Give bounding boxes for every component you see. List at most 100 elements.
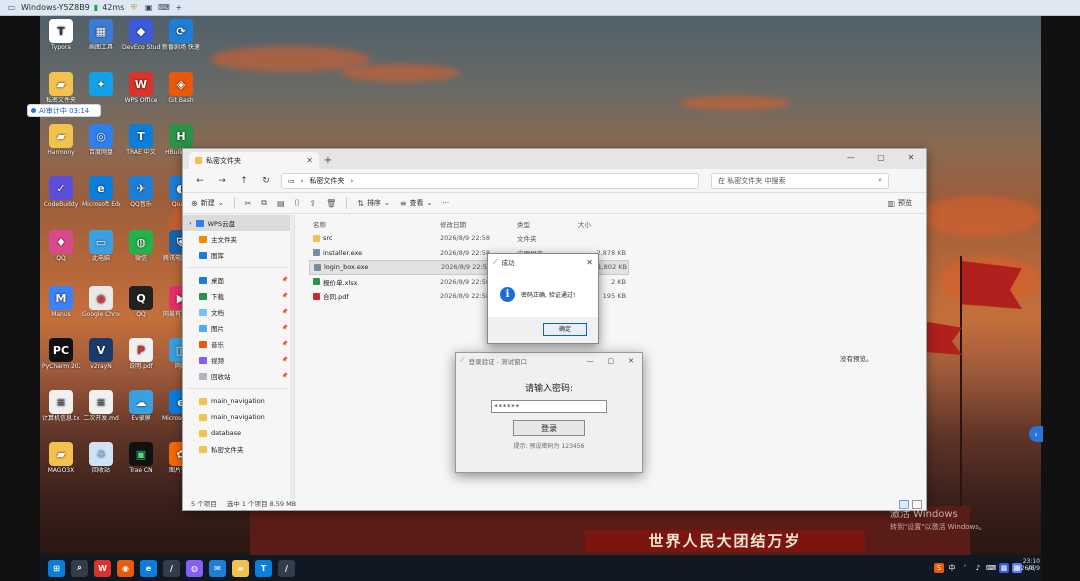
desktop-icon[interactable]: T Typora [42,19,80,51]
column-size[interactable]: 大小 [578,219,626,229]
taskbar-app-icon[interactable]: ▰ [232,559,249,577]
desktop-icon[interactable]: ♦ QQ [42,230,80,262]
close-button[interactable]: ✕ [896,149,926,165]
desktop-icon[interactable]: M Manus [42,286,80,318]
desktop-icon[interactable]: PCPyCharm 2024 [42,338,80,370]
more-button[interactable]: ··· [442,199,449,207]
nav-item[interactable]: 图片 📌 [183,320,294,336]
breadcrumb-current[interactable]: 私密文件夹 [309,176,344,186]
maximize-button[interactable]: ▢ [866,149,896,165]
taskbar-app-icon[interactable]: T [255,559,272,577]
desktop-icon[interactable]: ≡ 计算机信息.txt [42,390,80,422]
back-arrow-icon[interactable]: ← [193,176,207,186]
nav-item[interactable]: main_navigation [183,409,294,425]
taskbar-clock[interactable]: 23:10 2026/8/9 [1000,558,1040,572]
desktop-icon[interactable]: ✈ QQ音乐 [122,176,160,208]
nav-item[interactable]: 私密文件夹 [183,441,294,457]
taskbar-app-icon[interactable]: ◉ [117,559,134,577]
desktop-icon[interactable]: Vv2rayN [82,338,120,370]
keyboard-icon[interactable]: ⌨ [158,3,170,13]
taskbar-app-icon[interactable]: ⌕ [71,559,88,577]
forward-arrow-icon[interactable]: → [215,176,229,186]
desktop-icon[interactable]: W WPS Office [122,72,160,104]
desktop-icon[interactable]: eMicrosoft Edge [82,176,120,208]
column-name[interactable]: 名称 [309,219,440,229]
shield-icon[interactable]: ⛨ [128,3,139,13]
view-button[interactable]: ≡ 查看 ⌄ [400,198,433,208]
taskbar-app-icon[interactable]: ⊞ [48,559,65,577]
desktop-icon[interactable]: ◎ 百度网盘 [82,124,120,156]
column-date[interactable]: 修改日期 [440,219,517,229]
address-input[interactable]: ▭ › 私密文件夹 › [281,172,699,189]
desktop-icon[interactable]: ⟳新番剧场 快速搜索 [162,19,200,51]
close-button[interactable]: ✕ [628,357,634,365]
search-input[interactable]: 在 私密文件夹 中搜索 ⌕ [711,172,889,189]
desktop-icon[interactable]: Q QQ [122,286,160,318]
taskbar-app-icon[interactable]: W [94,559,111,577]
desktop-icon[interactable]: ▰ MAGO3X [42,442,80,474]
desktop-icon[interactable]: ✓ CodeBuddy [42,176,80,208]
explorer-tab[interactable]: 私密文件夹 ✕ [189,152,319,169]
desktop-icon[interactable]: ◆DevEco Studio [122,19,160,51]
desktop-icon[interactable]: ▦ 画图工具 [82,19,120,51]
punctuation-icon[interactable]: ʼ [960,563,970,573]
nav-item[interactable]: 文档 📌 [183,304,294,320]
login-button[interactable]: 登录 [513,420,585,436]
new-tab-button[interactable]: + [319,152,337,169]
desktop-icon[interactable]: P 说明.pdf [122,338,160,370]
desktop-icon[interactable]: ♲ 回收站 [82,442,120,474]
paste-icon[interactable]: ▤ [277,199,285,208]
keyboard-icon[interactable]: ⌨ [986,563,996,573]
side-panel-toggle-icon[interactable]: ‹ [1029,426,1043,442]
sort-button[interactable]: ⇅ 排序 ⌄ [357,198,390,208]
minimize-button[interactable]: — [836,149,866,165]
nav-item[interactable]: main_navigation [183,393,294,409]
nav-item[interactable]: 视频 📌 [183,352,294,368]
pin-icon[interactable]: 📌 [282,309,288,315]
desktop-icon[interactable]: T TRAE 中文 [122,124,160,156]
ok-button[interactable]: 确定 [543,323,587,336]
desktop-icon[interactable]: ◍ 微信 [122,230,160,262]
rename-icon[interactable]: ⌷ [295,198,300,208]
pin-icon[interactable]: 📌 [282,341,288,347]
desktop-icon[interactable]: ☁ Ev录屏 [122,390,160,422]
taskbar-app-icon[interactable]: e [140,559,157,577]
chevron-right-icon[interactable]: › [189,219,192,227]
cut-icon[interactable]: ✂ [245,199,252,208]
new-button[interactable]: ⊕ 新建 ⌄ [191,198,224,208]
column-type[interactable]: 类型 [517,219,578,229]
up-arrow-icon[interactable]: ↑ [237,176,251,186]
desktop-icon[interactable]: ◉Google Chrome [82,286,120,318]
desktop-icon[interactable]: ▣ Trae CN [122,442,160,474]
display-icon[interactable]: ▣ [143,3,154,13]
sogou-input-icon[interactable]: S [934,563,944,573]
preview-button[interactable]: ▥ 预览 [887,198,912,208]
taskbar-app-icon[interactable]: ∕ [163,559,180,577]
maximize-button[interactable]: ▢ [608,357,615,365]
desktop-icon[interactable]: ▭ 此电脑 [82,230,120,262]
desktop-icon[interactable]: ✦ [82,72,120,97]
nav-item[interactable]: 回收站 📌 [183,368,294,384]
share-icon[interactable]: ⇪ [309,199,316,208]
taskbar-app-icon[interactable]: ✉ [209,559,226,577]
desktop-icon[interactable]: ▰ 私密文件夹 [42,72,80,104]
pin-icon[interactable]: 📌 [282,277,288,283]
desktop-icon[interactable]: ≡ 二次开发.md [82,390,120,422]
pin-icon[interactable]: 📌 [282,357,288,363]
minimize-button[interactable]: — [587,357,594,365]
pin-icon[interactable]: 📌 [282,293,288,299]
refresh-icon[interactable]: ↻ [259,176,273,186]
password-field[interactable]: ****** [491,400,607,413]
close-icon[interactable]: ✕ [586,258,593,267]
pin-icon[interactable]: 📌 [282,325,288,331]
taskbar-app-icon[interactable]: ∕ [278,559,295,577]
desktop-icon[interactable]: ◈ Git Bash [162,72,200,104]
delete-icon[interactable]: 🗑 [326,199,336,208]
file-row[interactable]: src 2026/8/9 22:58 文件夹 [309,231,629,246]
close-tab-icon[interactable]: ✕ [306,156,313,165]
nav-item[interactable]: 主文件夹 [183,231,294,247]
recording-badge[interactable]: AI审计中 03:14 [27,104,101,117]
add-session-icon[interactable]: + [173,3,184,13]
nav-item[interactable]: 音乐 📌 [183,336,294,352]
nav-scrollbar[interactable] [290,215,294,499]
